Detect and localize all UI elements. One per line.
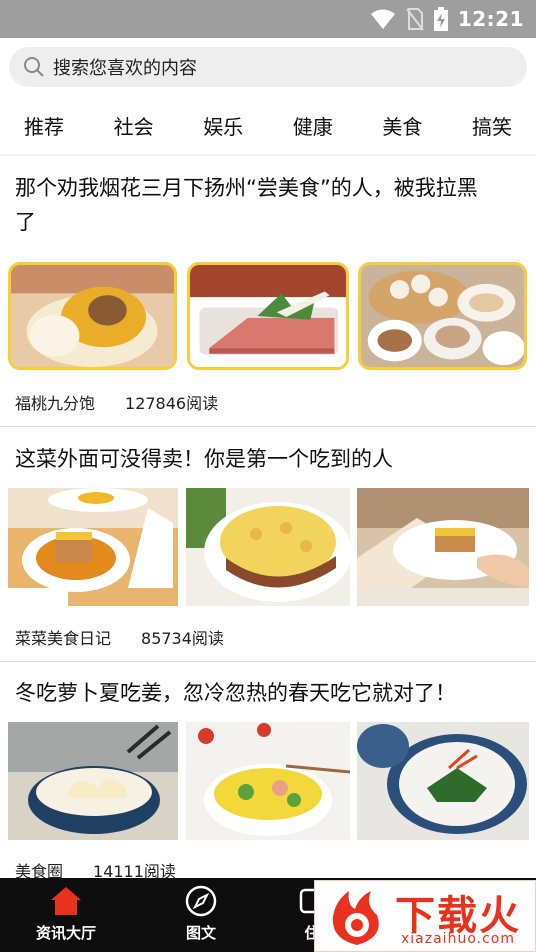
search-input[interactable]: 搜索您喜欢的内容 <box>53 54 197 80</box>
article-image-dumplings[interactable] <box>8 722 178 840</box>
tab-funny[interactable]: 搞笑 <box>472 104 512 150</box>
article-image-rice-cake[interactable] <box>8 488 178 606</box>
article-image-dim-sum[interactable] <box>358 262 527 370</box>
status-time: 12:21 <box>457 7 524 31</box>
article-source[interactable]: 福桃九分饱 <box>15 390 95 414</box>
tab-entertainment[interactable]: 娱乐 <box>203 104 243 150</box>
article-source[interactable]: 菜菜美食日记 <box>15 625 111 649</box>
battery-charging-icon <box>433 7 448 31</box>
article-divider <box>0 426 536 427</box>
article-title[interactable]: 这菜外面可没得卖！你是第一个吃到的人 <box>15 442 515 476</box>
nav-item-graphic[interactable]: 图文 <box>161 884 241 943</box>
article-image-casserole[interactable] <box>186 488 350 606</box>
status-bar: 12:21 <box>0 0 536 38</box>
article-meta: 福桃九分饱 127846阅读 <box>15 390 218 414</box>
article-title[interactable]: 冬吃萝卜夏吃姜，忽冷忽热的春天吃它就对了！ <box>15 676 515 710</box>
article-meta: 菜菜美食日记 85734阅读 <box>15 625 224 649</box>
search-icon <box>24 57 44 77</box>
article-title-line2: 了 <box>15 210 36 234</box>
article-image-ham[interactable] <box>187 262 349 370</box>
wifi-icon <box>370 9 395 29</box>
tabs-divider <box>0 154 536 156</box>
article-reads: 127846阅读 <box>125 394 219 413</box>
tab-society[interactable]: 社会 <box>114 104 154 150</box>
nav-item-news-hall[interactable]: 资讯大厅 <box>26 884 106 943</box>
tab-food[interactable]: 美食 <box>382 104 422 150</box>
tab-recommend[interactable]: 推荐 <box>24 104 64 150</box>
article-image-veg-rice[interactable] <box>186 722 350 840</box>
article-divider <box>0 661 536 662</box>
status-icons: 12:21 <box>370 6 524 32</box>
search-bar[interactable]: 搜索您喜欢的内容 <box>9 47 527 87</box>
home-icon <box>51 887 81 915</box>
article-image-plated-cake[interactable] <box>357 488 529 606</box>
category-tabs: 推荐 社会 娱乐 健康 美食 搞笑 <box>0 104 536 150</box>
nav-label: 图文 <box>185 924 216 942</box>
watermark-url: xiazaihuo.com <box>401 931 515 947</box>
article-image-xiaolongbao[interactable] <box>8 262 177 370</box>
flame-logo-icon <box>332 891 379 945</box>
article-title[interactable]: 那个劝我烟花三月下扬州“尝美食”的人，被我拉黑 了 <box>15 171 515 239</box>
article-title-line1: 那个劝我烟花三月下扬州“尝美食”的人，被我拉黑 <box>15 176 478 200</box>
no-sim-icon <box>406 8 424 31</box>
article-reads: 85734阅读 <box>141 629 224 648</box>
article-image-greens[interactable] <box>357 722 529 840</box>
watermark-logo: 下载火 xiazaihuo.com <box>314 880 536 952</box>
compass-icon <box>185 885 217 917</box>
tab-health[interactable]: 健康 <box>293 104 333 150</box>
nav-label: 资讯大厅 <box>35 924 96 942</box>
